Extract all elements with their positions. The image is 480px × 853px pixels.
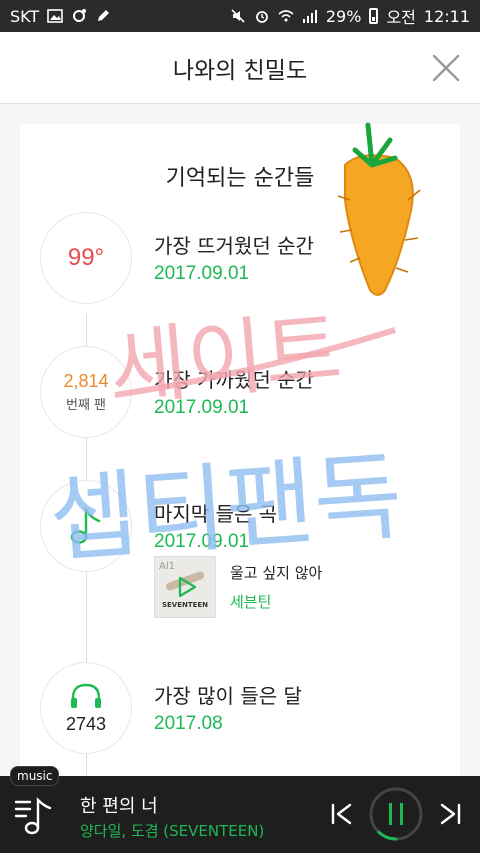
alarm-icon (255, 11, 268, 23)
pause-bar-left (389, 803, 392, 825)
moment-date: 2017.09.01 (154, 531, 250, 552)
player-bar[interactable]: music 한 편의 너 양다일, 도겸 (SEVENTEEN) (0, 766, 480, 853)
album-mark: Al1 (159, 561, 175, 572)
listen-count: 2743 (65, 713, 107, 734)
play-icon[interactable] (175, 575, 199, 599)
header: 나와의 친밀도 (0, 32, 480, 104)
last-song-row[interactable]: Al1 SEVENTEEN 울고 싶지 않아 세븐틴 (154, 556, 322, 618)
sync-icon (73, 9, 87, 22)
moment-label: 가장 많이 들은 달 (154, 684, 302, 708)
carrier-label: SKT (10, 6, 40, 26)
temperature-badge: 99° (40, 212, 132, 304)
now-playing-artist[interactable]: 양다일, 도겸 (SEVENTEEN) (80, 820, 264, 841)
previous-icon[interactable] (330, 802, 354, 826)
music-note-badge (40, 480, 132, 572)
close-icon[interactable] (428, 50, 464, 86)
signal-icon (302, 10, 317, 23)
moment-date: 2017.09.01 (154, 263, 250, 284)
album-text: SEVENTEEN (161, 601, 209, 609)
next-icon[interactable] (438, 802, 462, 826)
pause-button[interactable] (368, 786, 424, 842)
music-note-icon (70, 506, 101, 544)
playlist-icon[interactable] (14, 794, 54, 836)
fan-rank-value: 2,814 (63, 371, 109, 391)
pause-bar-right (400, 803, 403, 825)
music-tag: music (10, 766, 60, 786)
section-title: 기억되는 순간들 (165, 166, 315, 191)
moment-label: 마지막 들은 곡 (154, 502, 278, 526)
status-bar: SKT 29% 오전 12:11 (0, 0, 480, 32)
battery-icon (369, 8, 379, 24)
moment-date: 2017.08 (154, 713, 223, 734)
battery-percent: 29% (325, 6, 362, 26)
moment-label: 가장 뜨거웠던 순간 (154, 234, 314, 258)
clock: 12:11 (423, 6, 470, 26)
song-artist[interactable]: 세븐틴 (230, 591, 322, 612)
now-playing-title[interactable]: 한 편의 너 (80, 792, 158, 818)
edit-icon (98, 10, 110, 21)
temperature-value: 99° (67, 244, 105, 271)
time-ampm: 오전 (386, 8, 416, 27)
moment-label: 가장 가까웠던 순간 (154, 368, 314, 392)
fan-rank-badge: 2,814 번째 팬 (40, 346, 132, 438)
headphones-badge: 2743 (40, 662, 132, 754)
playback-progress (377, 830, 398, 841)
headphones-icon (71, 683, 101, 708)
album-art[interactable]: Al1 SEVENTEEN (154, 556, 216, 618)
gallery-icon (47, 9, 63, 23)
mute-icon (231, 9, 245, 23)
memories-card: 기억되는 순간들 99° 가장 뜨거웠던 순간 2017.09.01 2,814… (20, 124, 460, 784)
song-title: 울고 싶지 않아 (230, 564, 323, 582)
moment-date: 2017.09.01 (154, 397, 250, 418)
fan-rank-suffix: 번째 팬 (65, 398, 106, 413)
wifi-icon (278, 10, 294, 22)
page-title: 나와의 친밀도 (172, 57, 308, 84)
